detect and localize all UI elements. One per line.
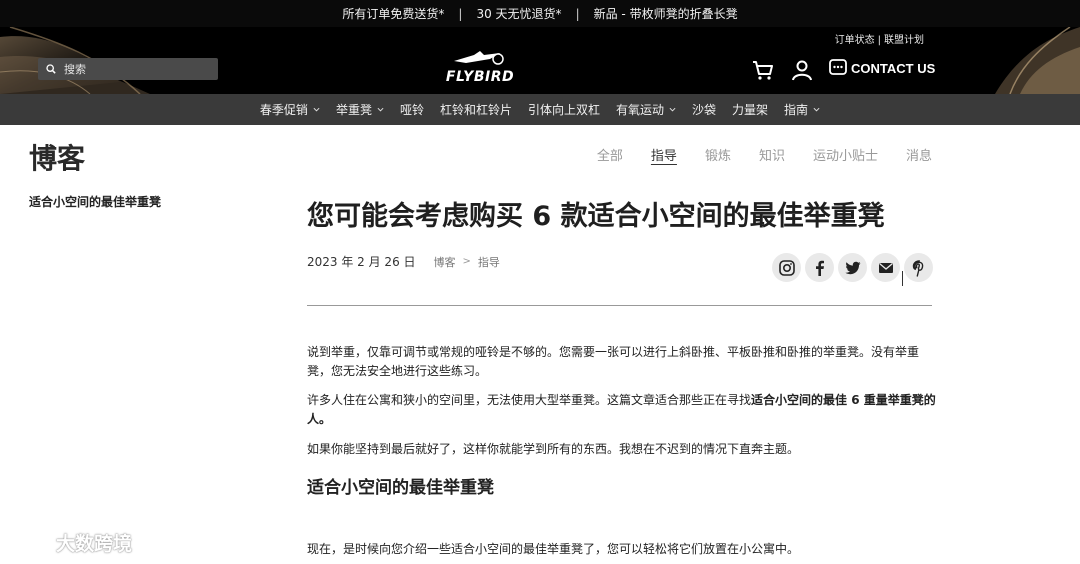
nav-label: 指南 (784, 103, 809, 117)
nav-item-cardio[interactable]: 有氧运动 (616, 101, 676, 118)
blog-categories: 全部 指导 锻炼 知识 运动小贴士 消息 (569, 145, 932, 164)
category-news[interactable]: 消息 (906, 145, 932, 164)
category-guide[interactable]: 指导 (651, 145, 677, 164)
logo-text: FLYBIRD (445, 69, 515, 85)
nav-label: 力量架 (732, 103, 769, 117)
search-box[interactable] (38, 58, 218, 80)
category-workout[interactable]: 锻炼 (705, 145, 731, 164)
cart-icon[interactable] (751, 58, 775, 82)
article-paragraph-2: 许多人住在公寓和狭小的空间里，无法使用大型举重凳。这篇文章适合那些正在寻找适合小… (307, 391, 937, 429)
user-icon[interactable] (790, 58, 814, 82)
nav-label: 沙袋 (692, 103, 717, 117)
bird-logo-icon (454, 51, 504, 65)
pinterest-icon (912, 259, 923, 277)
chevron-down-icon (313, 107, 320, 112)
article-paragraph-3: 如果你能坚持到最后就好了，这样你就能学到所有的东西。我想在不迟到的情况下直奔主题… (307, 442, 800, 456)
search-icon (46, 64, 56, 74)
category-tips[interactable]: 运动小贴士 (813, 145, 878, 164)
breadcrumb-separator: > (462, 256, 471, 267)
title-divider (307, 305, 932, 306)
share-twitter-button[interactable] (838, 253, 867, 282)
chevron-down-icon (377, 107, 384, 112)
nav-label: 春季促销 (259, 103, 308, 117)
nav-item-barbell[interactable]: 杠铃和杠铃片 (440, 101, 512, 118)
nav-item-power-rack[interactable]: 力量架 (732, 101, 768, 118)
article-meta: 2023 年 2 月 26 日 博客 > 指导 (307, 253, 500, 270)
chevron-down-icon (813, 107, 820, 112)
article-title: 您可能会考虑购买 6 款适合小空间的最佳举重凳 (307, 201, 885, 232)
article-date: 2023 年 2 月 26 日 (307, 255, 416, 269)
announcement-new-product[interactable]: 新品 - 带枚师凳的折叠长凳 (594, 5, 738, 22)
chat-icon (829, 59, 847, 75)
watermark-text: 大数跨境 (56, 533, 133, 555)
blog-title: 博客 (29, 142, 86, 175)
category-knowledge[interactable]: 知识 (759, 145, 785, 164)
nav-item-weight-bench[interactable]: 举重凳 (336, 101, 384, 118)
breadcrumb-blog[interactable]: 博客 (434, 254, 456, 270)
announcement-free-shipping[interactable]: 所有订单免费送货* (342, 5, 444, 22)
nav-item-sandbag[interactable]: 沙袋 (692, 101, 716, 118)
announcement-separator: | (458, 6, 463, 21)
article-paragraph-4: 现在，是时候向您介绍一些适合小空间的最佳举重凳了，您可以轻松将它们放置在小公寓中… (307, 542, 800, 556)
share-facebook-button[interactable] (805, 253, 834, 282)
nav-label: 哑铃 (399, 103, 424, 117)
section-heading: 适合小空间的最佳举重凳 (307, 478, 494, 498)
watermark-logo-icon (12, 533, 50, 551)
contact-us-button[interactable]: CONTACT US (829, 59, 935, 77)
share-buttons (772, 253, 937, 282)
search-input[interactable] (64, 62, 204, 76)
facebook-icon (815, 260, 824, 276)
announcement-bar: 所有订单免费送货* | 30 天无忧退货* | 新品 - 带枚师凳的折叠长凳 (0, 0, 1080, 27)
nav-item-guide[interactable]: 指南 (784, 101, 820, 118)
nav-label: 有氧运动 (616, 103, 665, 117)
nav-label: 举重凳 (335, 103, 372, 117)
share-pinterest-button[interactable] (904, 253, 933, 282)
contact-us-label: CONTACT US (851, 60, 936, 76)
sidebar-toc-link[interactable]: 适合小空间的最佳举重凳 (29, 193, 161, 210)
chevron-down-icon (669, 107, 676, 112)
text-cursor (902, 271, 903, 286)
affiliate-program-link[interactable]: 联盟计划 (884, 35, 924, 46)
watermark: 大数跨境 (10, 529, 132, 556)
top-links-separator: | (877, 35, 881, 46)
share-instagram-button[interactable] (772, 253, 801, 282)
share-email-button[interactable] (871, 253, 900, 282)
email-icon (878, 262, 893, 273)
breadcrumb-guide[interactable]: 指导 (478, 254, 500, 270)
nav-item-pullup-bar[interactable]: 引体向上双杠 (528, 101, 600, 118)
twitter-icon (844, 261, 860, 274)
flybird-logo[interactable]: FLYBIRD (440, 49, 520, 85)
nav-item-dumbbell[interactable]: 哑铃 (400, 101, 424, 118)
site-header: FLYBIRD 订单状态|联盟计划 CONTACT US (0, 27, 1080, 94)
nav-item-spring-sale[interactable]: 春季促销 (260, 101, 320, 118)
main-nav: 春季促销 举重凳 哑铃 杠铃和杠铃片 引体向上双杠 有氧运动 沙袋 力量架 指南 (0, 94, 1080, 125)
top-links: 订单状态 | 联盟计划 (835, 31, 924, 46)
paragraph-2-text: 许多人住在公寓和狭小的空间里，无法使用大型举重凳。这篇文章适合那些正在寻找 (307, 393, 752, 407)
announcement-returns[interactable]: 30 天无忧退货* (476, 5, 561, 22)
category-all[interactable]: 全部 (597, 145, 623, 164)
article-paragraph-1: 说到举重，仅靠可调节或常规的哑铃是不够的。您需要一张可以进行上斜卧推、平板卧推和… (307, 345, 920, 378)
instagram-icon (778, 259, 795, 276)
announcement-separator: | (575, 6, 580, 21)
nav-label: 引体向上双杠 (527, 103, 600, 117)
order-status-link[interactable]: 订单状态 (835, 35, 875, 46)
nav-label: 杠铃和杠铃片 (439, 103, 512, 117)
